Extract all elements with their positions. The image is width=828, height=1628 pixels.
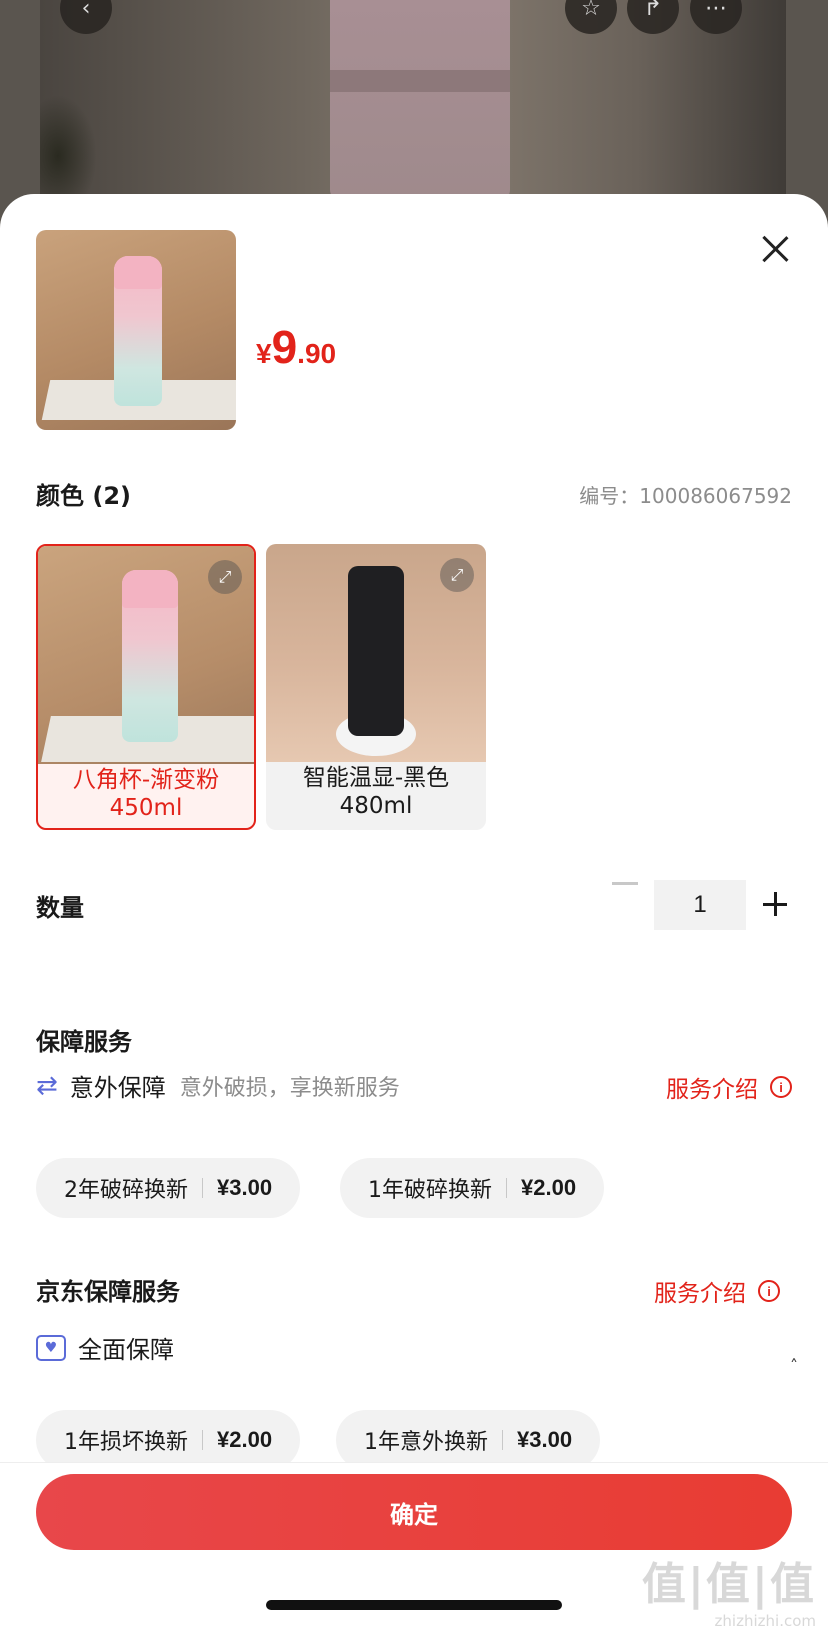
jd-service-intro-link[interactable]: 服务介绍 i [654, 1274, 780, 1308]
quantity-increase-button[interactable] [763, 892, 787, 916]
option-pill[interactable]: 2年破碎换新 ¥3.00 [36, 1158, 301, 1218]
price-integer: 9 [271, 321, 298, 373]
share-icon: ↱ [643, 0, 663, 21]
more-icon: ⋯ [705, 0, 727, 21]
variant-black-480ml[interactable]: ⤢ 智能温显-黑色 480ml [266, 544, 486, 830]
background-cup [330, 0, 510, 200]
black-cup [348, 566, 404, 736]
star-icon: ☆ [581, 0, 601, 21]
background-cup-ring [330, 70, 510, 92]
product-thumbnail[interactable] [36, 230, 236, 430]
service-intro-link[interactable]: 服务介绍 i [666, 1070, 792, 1104]
color-section-title: 颜色 (2) [36, 482, 131, 510]
variant-label: 智能温显-黑色 480ml [302, 765, 450, 819]
sku-selector-sheet: ¥9.90 颜色 (2) 编号：100086067592 ⤢ 八角杯-渐变粉 4… [0, 194, 828, 1628]
background-plant [40, 90, 100, 200]
chevron-up-icon[interactable]: ˄ [790, 1356, 798, 1375]
watermark: 值|值|值 zhizhizhi.com [641, 1559, 816, 1628]
close-icon[interactable] [760, 234, 790, 264]
protection-title: 保障服务 [36, 1028, 132, 1056]
confirm-button[interactable]: 确定 [36, 1474, 792, 1550]
sku-value: 100086067592 [639, 484, 792, 508]
price-decimal: .90 [297, 338, 337, 369]
info-icon: i [770, 1076, 792, 1098]
jd-protection-title: 京东保障服务 [36, 1278, 180, 1306]
full-protection-name: 全面保障 [78, 1336, 174, 1364]
chevron-left-icon: ‹ [81, 0, 91, 21]
swap-icon: ⇄ [36, 1070, 58, 1101]
expand-icon[interactable]: ⤢ [440, 558, 474, 592]
quantity-decrease-button[interactable] [612, 882, 638, 885]
info-icon: i [758, 1280, 780, 1302]
accident-name: 意外保障 [69, 1074, 166, 1102]
quantity-label: 数量 [36, 894, 84, 922]
photo-cup [114, 256, 162, 406]
variant-label: 八角杯-渐变粉 450ml [72, 767, 220, 821]
price-symbol: ¥ [256, 338, 272, 369]
option-pill[interactable]: 1年破碎换新 ¥2.00 [340, 1158, 605, 1218]
option-pill[interactable]: 1年意外换新 ¥3.00 [336, 1410, 601, 1470]
accident-desc: 意外破损，享换新服务 [179, 1075, 400, 1101]
quantity-input[interactable]: 1 [654, 880, 746, 930]
expand-icon[interactable]: ⤢ [208, 560, 242, 594]
full-protection-row[interactable]: ♥ 全面保障 [36, 1330, 174, 1365]
price: ¥9.90 [256, 320, 336, 374]
variant-pink-450ml[interactable]: ⤢ 八角杯-渐变粉 450ml [36, 544, 256, 830]
sku-number: 编号：100086067592 [579, 480, 792, 509]
accident-protection-row: ⇄ 意外保障 意外破损，享换新服务 [36, 1068, 400, 1103]
option-pill[interactable]: 1年损坏换新 ¥2.00 [36, 1410, 301, 1470]
home-indicator[interactable] [266, 1600, 562, 1610]
sku-label: 编号： [579, 484, 640, 508]
heart-kit-icon: ♥ [36, 1334, 66, 1361]
